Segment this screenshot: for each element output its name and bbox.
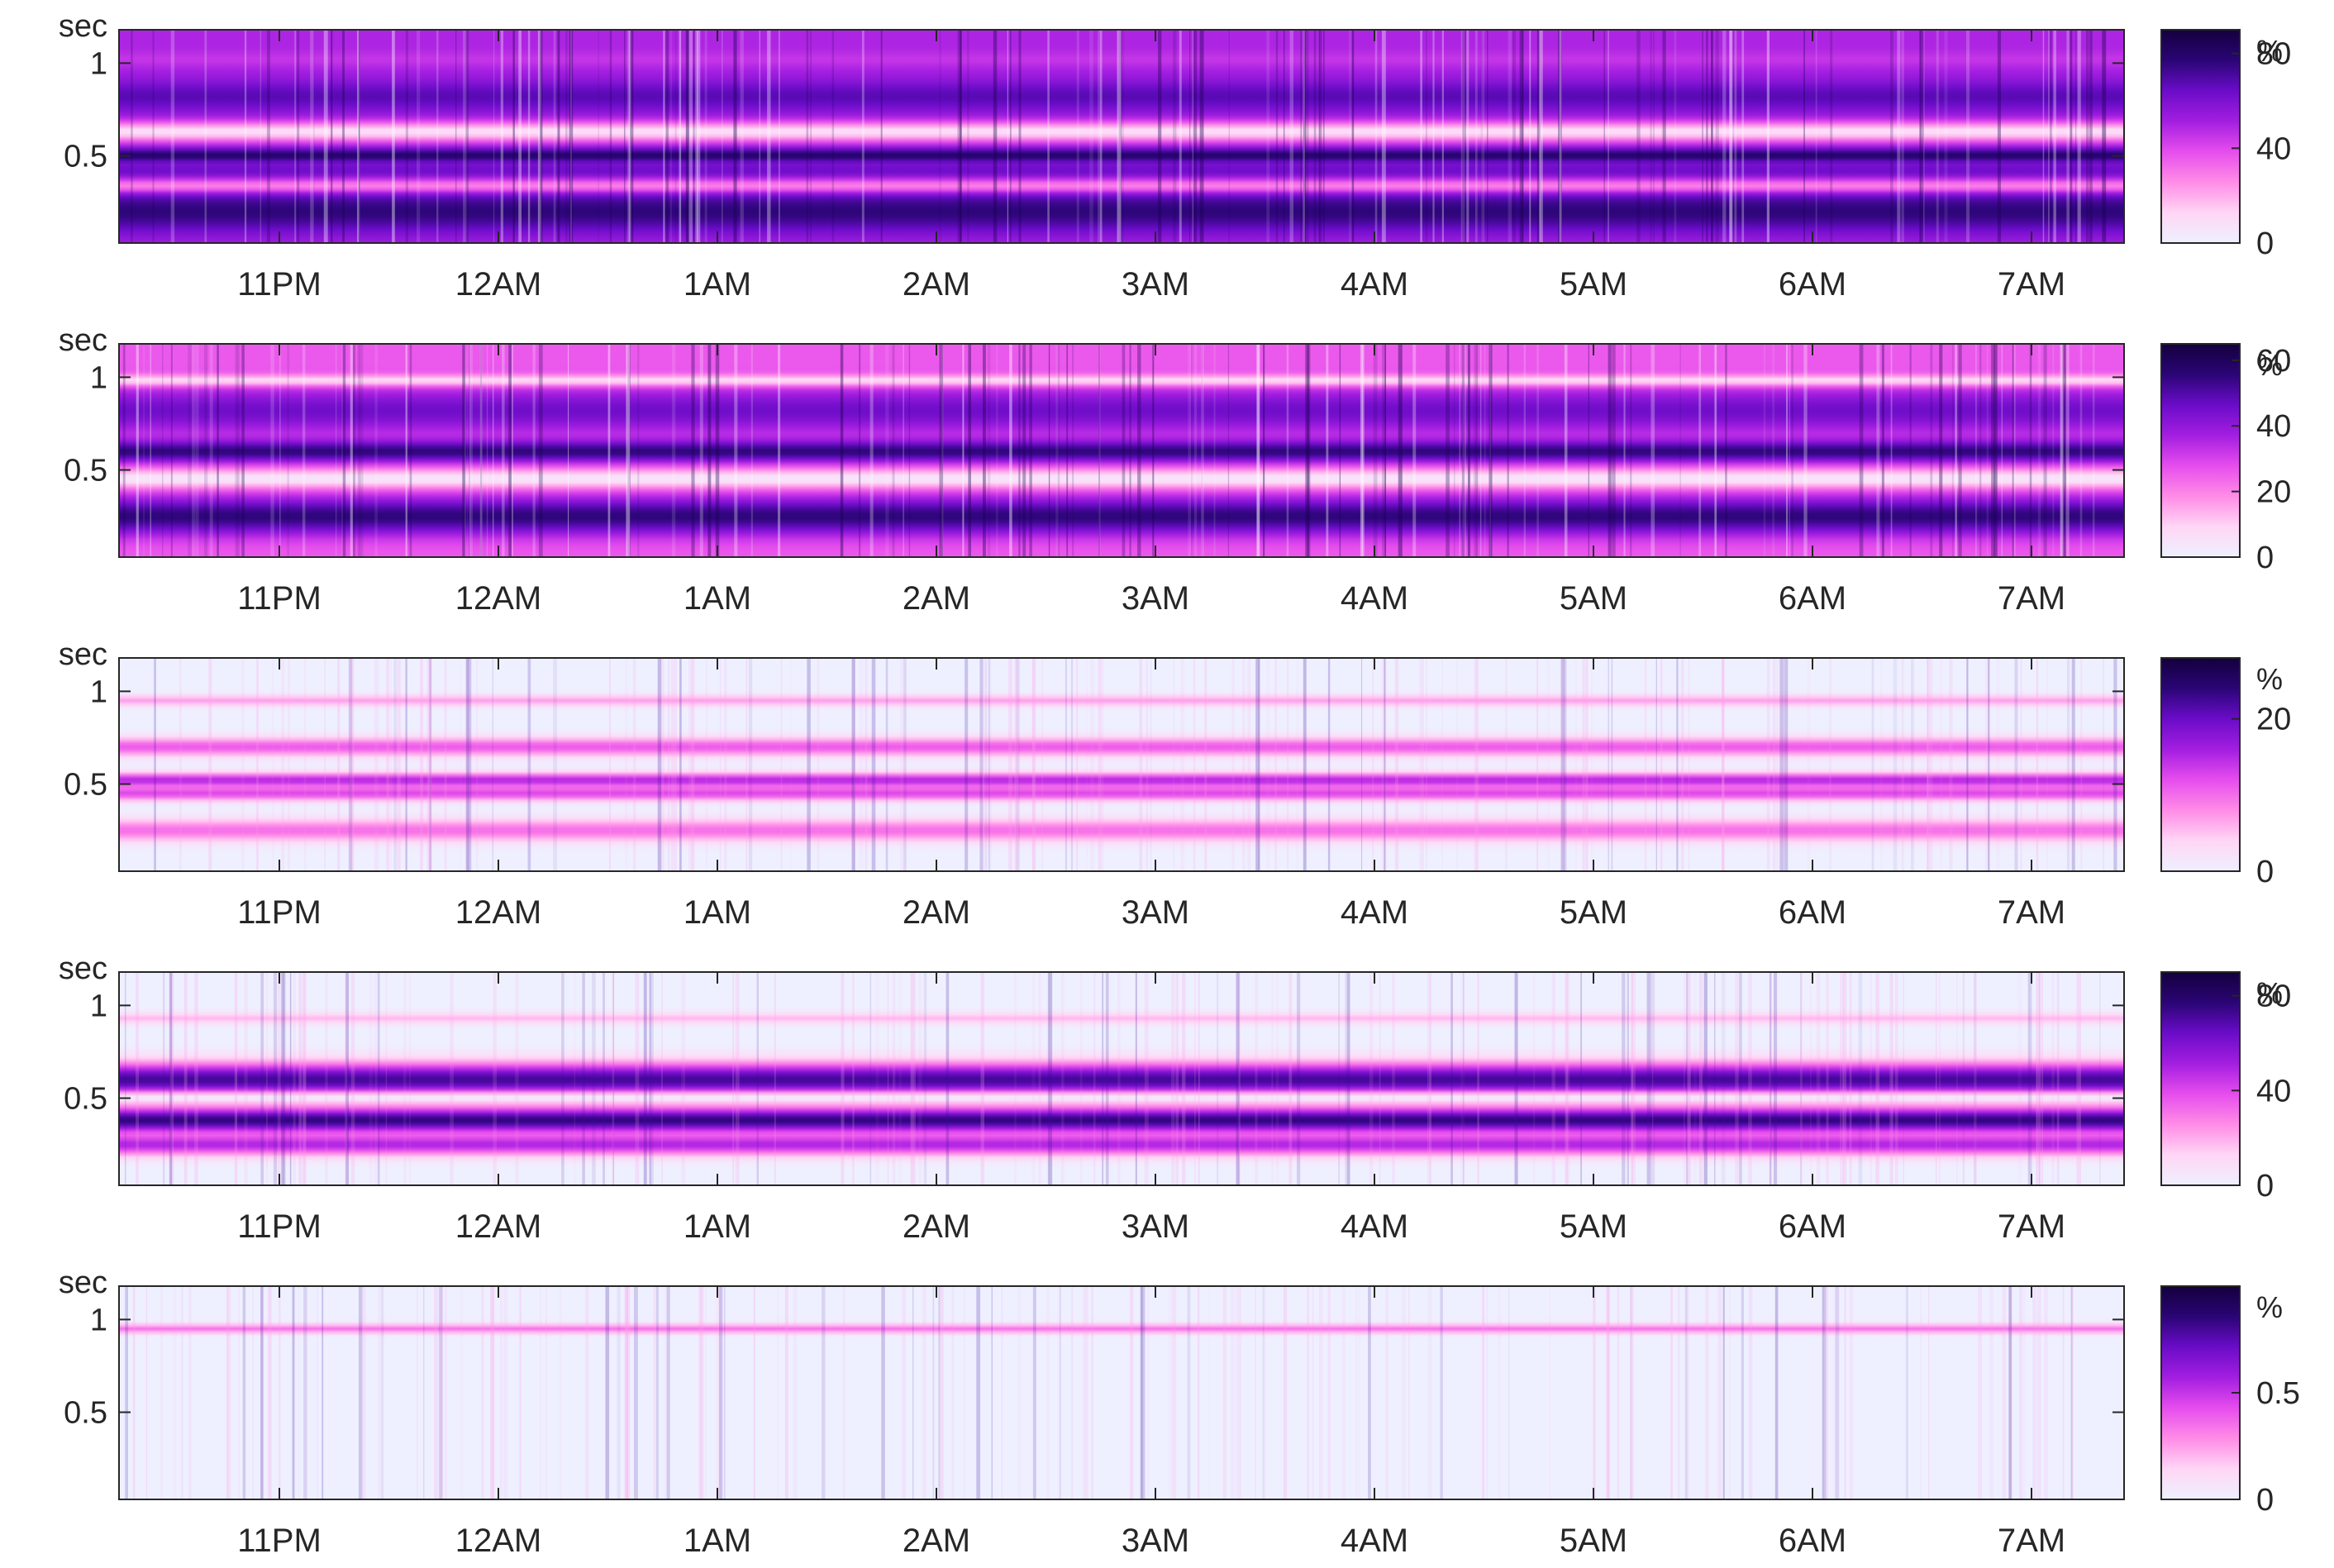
x-tick-label: 3AM	[1122, 1208, 1189, 1245]
colorbar-tick-label: 0	[2256, 226, 2274, 261]
x-tick-label: 11PM	[237, 1208, 322, 1245]
colorbar-tick-label: 0	[2256, 855, 2274, 889]
x-tick-label: 4AM	[1341, 580, 1408, 617]
x-tick-label: 12AM	[455, 266, 542, 303]
x-tick-label: 5AM	[1560, 894, 1627, 931]
x-tick-label: 5AM	[1560, 580, 1627, 617]
colorbar	[2160, 1285, 2241, 1500]
x-tick-label: 2AM	[903, 1208, 970, 1245]
colorbar-unit-label: %	[2256, 34, 2283, 68]
colorbar-unit-label: %	[2256, 1290, 2283, 1324]
colorbar-tick-label: 40	[2256, 409, 2291, 444]
y-tick-label: 0.5	[64, 1082, 107, 1117]
x-tick-label: 12AM	[455, 1208, 542, 1245]
y-unit-label: sec	[59, 323, 107, 358]
x-tick-label: 12AM	[455, 1523, 542, 1559]
x-tick-label: 5AM	[1560, 266, 1627, 303]
y-tick-label: 0.5	[64, 1396, 107, 1431]
colorbar-tick-label: 0.5	[2256, 1376, 2300, 1411]
x-tick-label: 11PM	[237, 1523, 322, 1559]
colorbar-tick-label: 0	[2256, 1483, 2274, 1518]
spectrogram-panel-3: 1 0.5 sec 11PM 12AM 1AM 2AM 3AM 4AM 5AM 6AM 7AM 0 20%	[59, 637, 2291, 931]
y-tick-label: 1	[90, 1303, 107, 1337]
colorbar-unit-label: %	[2256, 662, 2283, 696]
x-tick-label: 2AM	[903, 894, 970, 931]
y-tick-label: 1	[90, 674, 107, 709]
x-tick-label: 4AM	[1341, 1208, 1408, 1245]
spectrogram-panel-4: 10.5sec11PM 12AM 1AM 2AM 3AM 4AM 5AM 6AM 7AM0408…	[59, 951, 2291, 1245]
x-tick-label: 7AM	[1998, 580, 2065, 617]
spectrogram-figure: 10.5sec11PM 12AM 1AM 2AM 3AM 4AM 5AM 6AM 7AM0408…	[59, 9, 2300, 1559]
x-tick-label: 11PM	[237, 894, 322, 931]
x-tick-label: 6AM	[1779, 894, 1846, 931]
colorbar	[2160, 29, 2241, 244]
colorbar-tick-label: 20	[2256, 475, 2291, 510]
colorbar	[2160, 657, 2241, 872]
y-unit-label: sec	[59, 9, 107, 44]
x-tick-label: 4AM	[1341, 266, 1408, 303]
x-tick-label: 1AM	[684, 266, 751, 303]
x-tick-label: 12AM	[455, 894, 542, 931]
heatmap-field	[119, 344, 2124, 557]
x-tick-label: 3AM	[1122, 1523, 1189, 1559]
x-tick-label: 11PM	[237, 580, 322, 617]
x-tick-label: 5AM	[1560, 1523, 1627, 1559]
colorbar-tick-label: 20	[2256, 703, 2291, 737]
y-tick-label: 0.5	[64, 454, 107, 489]
x-tick-label: 7AM	[1998, 1208, 2065, 1245]
heatmap-field	[119, 972, 2124, 1185]
x-tick-label: 2AM	[903, 1523, 970, 1559]
spectrogram-panel-2: 1 0.5 sec 11PM 12AM 1AM 2AM 3AM 4AM 5AM 6AM 7AM 0 20 4…	[59, 323, 2291, 617]
colorbar	[2160, 343, 2241, 558]
colorbar-tick-label: 0	[2256, 541, 2274, 575]
heatmap-field	[119, 658, 2124, 871]
colorbar-tick-label: 40	[2256, 131, 2291, 166]
x-tick-label: 4AM	[1341, 894, 1408, 931]
y-tick-label: 1	[90, 360, 107, 395]
x-tick-label: 6AM	[1779, 580, 1846, 617]
x-tick-label: 4AM	[1341, 1523, 1408, 1559]
colorbar-unit-label: %	[2256, 348, 2283, 382]
x-tick-label: 2AM	[903, 266, 970, 303]
y-tick-label: 1	[90, 989, 107, 1023]
x-tick-label: 2AM	[903, 580, 970, 617]
colorbar-tick-label: 40	[2256, 1074, 2291, 1108]
x-tick-label: 6AM	[1779, 266, 1846, 303]
colorbar	[2160, 971, 2241, 1186]
x-tick-label: 7AM	[1998, 1523, 2065, 1559]
colorbar-tick-label: 0	[2256, 1169, 2274, 1203]
x-tick-label: 1AM	[684, 580, 751, 617]
y-tick-label: 0.5	[64, 768, 107, 803]
x-tick-label: 7AM	[1998, 894, 2065, 931]
y-unit-label: sec	[59, 637, 107, 672]
y-unit-label: sec	[59, 1265, 107, 1300]
y-tick-label: 1	[90, 46, 107, 81]
x-tick-label: 6AM	[1779, 1523, 1846, 1559]
x-tick-label: 3AM	[1122, 266, 1189, 303]
x-tick-label: 5AM	[1560, 1208, 1627, 1245]
x-tick-label: 1AM	[684, 1523, 751, 1559]
x-tick-label: 12AM	[455, 580, 542, 617]
colorbar-unit-label: %	[2256, 976, 2283, 1010]
x-tick-label: 3AM	[1122, 894, 1189, 931]
spectrogram-panel-5: 1 0.5 sec 11PM 12AM 1AM 2AM 3AM 4AM 5AM 6AM 7AM 0 0.5…	[59, 1265, 2300, 1559]
y-tick-label: 0.5	[64, 140, 107, 174]
y-unit-label: sec	[59, 951, 107, 986]
x-tick-label: 11PM	[237, 266, 322, 303]
spectrogram-panel-1: 10.5sec11PM 12AM 1AM 2AM 3AM 4AM 5AM 6AM 7AM0408…	[59, 9, 2291, 303]
x-tick-label: 3AM	[1122, 580, 1189, 617]
x-tick-label: 7AM	[1998, 266, 2065, 303]
x-tick-label: 1AM	[684, 1208, 751, 1245]
x-tick-label: 1AM	[684, 894, 751, 931]
x-tick-label: 6AM	[1779, 1208, 1846, 1245]
